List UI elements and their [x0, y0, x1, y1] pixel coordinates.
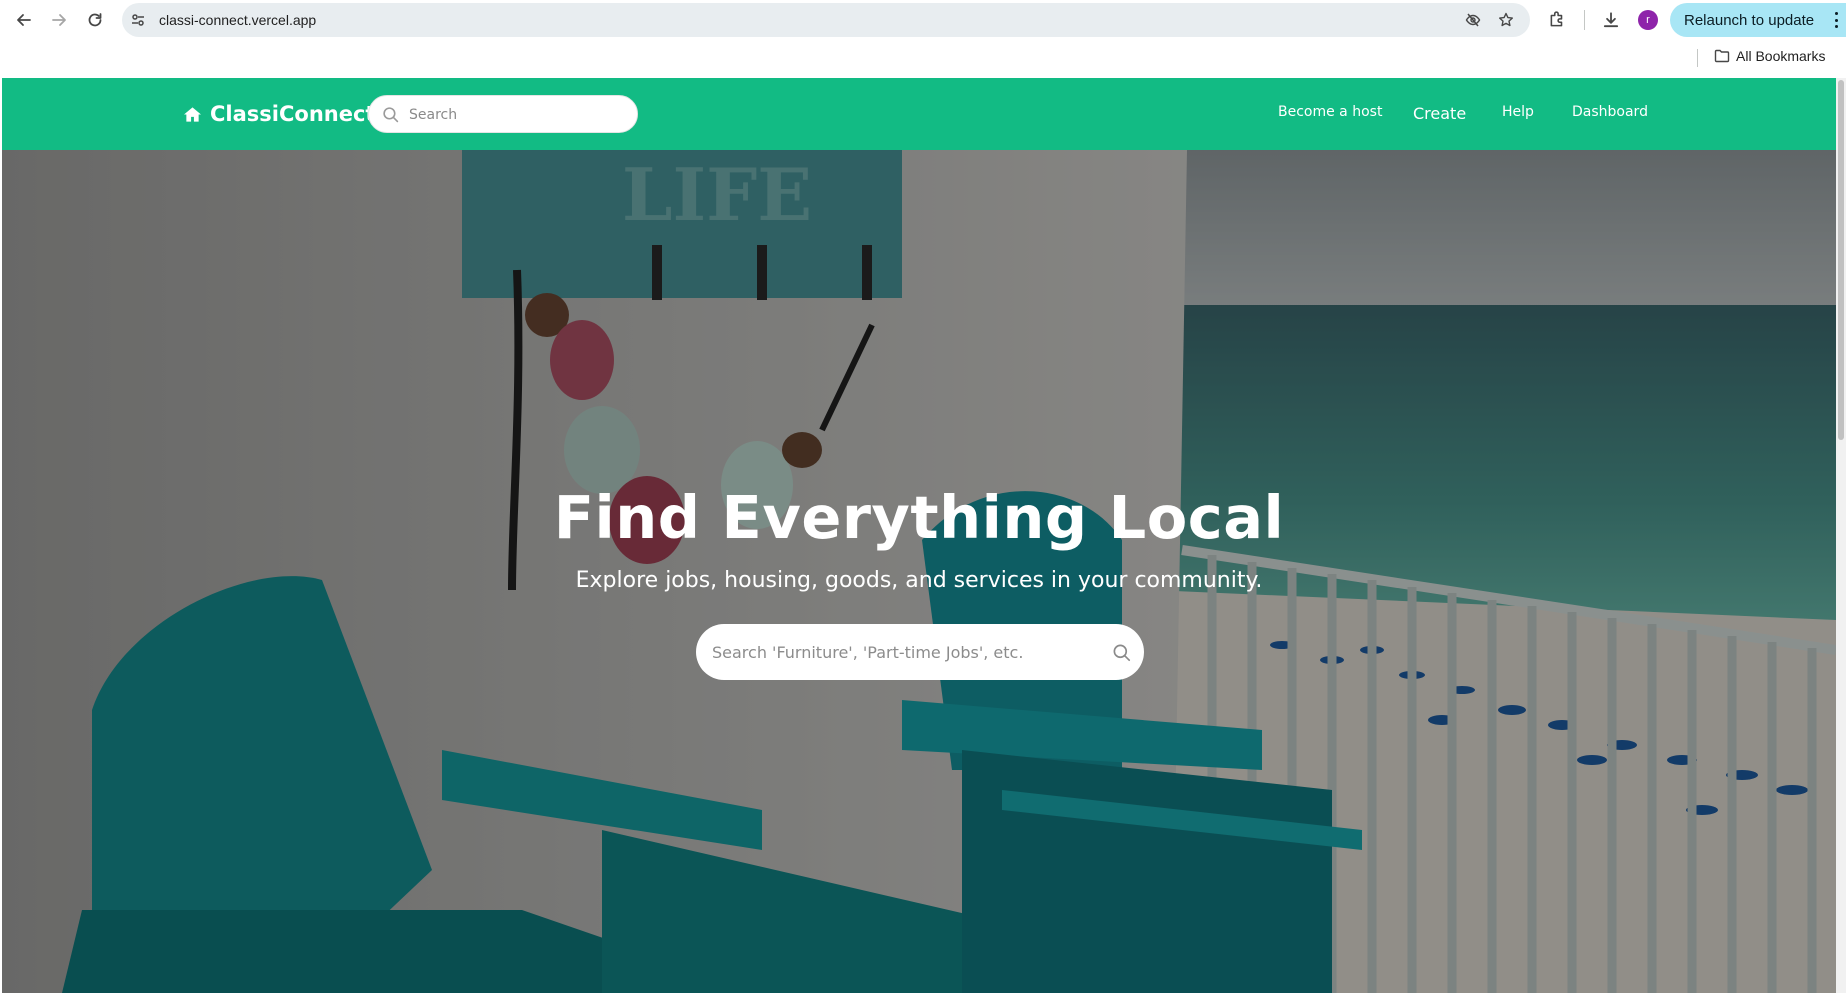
eye-off-icon[interactable]	[1465, 12, 1481, 28]
bookmarks-bar: All Bookmarks	[0, 40, 1846, 78]
brand-name: ClassiConnect	[210, 102, 376, 126]
nav-become-host[interactable]: Become a host	[1278, 104, 1382, 120]
address-bar[interactable]: classi-connect.vercel.app	[122, 3, 1530, 37]
hero-title: Find Everything Local	[553, 483, 1285, 552]
arrow-right-icon	[52, 14, 66, 26]
downloads-button[interactable]	[1600, 9, 1622, 31]
back-button[interactable]	[12, 8, 36, 32]
hero-subtitle: Explore jobs, housing, goods, and servic…	[575, 568, 1263, 593]
extensions-button[interactable]	[1546, 9, 1568, 31]
header-search-input[interactable]	[409, 104, 619, 126]
brand-logo[interactable]: ClassiConnect	[183, 102, 375, 126]
all-bookmarks-button[interactable]: All Bookmarks	[1714, 48, 1825, 64]
search-icon	[383, 107, 399, 123]
nav-help[interactable]: Help	[1502, 104, 1534, 120]
relaunch-label: Relaunch to update	[1684, 11, 1815, 29]
scrollbar-thumb[interactable]	[1838, 80, 1844, 440]
site-settings-icon[interactable]	[130, 12, 146, 28]
hero-search-input[interactable]	[712, 640, 1092, 664]
profile-avatar[interactable]: r	[1638, 10, 1658, 30]
bookmarks-divider	[1697, 49, 1698, 67]
nav-create[interactable]: Create	[1413, 104, 1466, 123]
arrow-left-icon	[17, 14, 31, 26]
home-icon	[184, 106, 201, 122]
forward-button[interactable]	[47, 8, 71, 32]
download-icon	[1603, 12, 1619, 28]
page-viewport: ClassiConnect Become a host Create Help …	[2, 78, 1836, 993]
reload-button[interactable]	[83, 8, 107, 32]
hero-section: LIFE Find Everything Local Explore jobs,…	[2, 150, 1836, 993]
reload-icon	[88, 13, 102, 27]
all-bookmarks-label: All Bookmarks	[1736, 48, 1826, 64]
browser-toolbar: classi-connect.vercel.app r Relaunch to …	[0, 0, 1846, 40]
toolbar-divider	[1584, 10, 1585, 30]
nav-dashboard[interactable]: Dashboard	[1572, 104, 1648, 120]
page-scrollbar[interactable]	[1836, 78, 1846, 993]
search-icon[interactable]	[1112, 643, 1131, 662]
folder-icon	[1714, 49, 1730, 63]
url-text: classi-connect.vercel.app	[159, 12, 317, 28]
hero-search[interactable]	[696, 624, 1144, 680]
more-menu-icon[interactable]	[1834, 12, 1838, 28]
puzzle-icon	[1550, 11, 1563, 27]
star-icon[interactable]	[1498, 12, 1514, 28]
header-search[interactable]	[368, 95, 638, 133]
relaunch-button[interactable]: Relaunch to update	[1670, 3, 1846, 37]
site-header: ClassiConnect Become a host Create Help …	[2, 78, 1836, 150]
